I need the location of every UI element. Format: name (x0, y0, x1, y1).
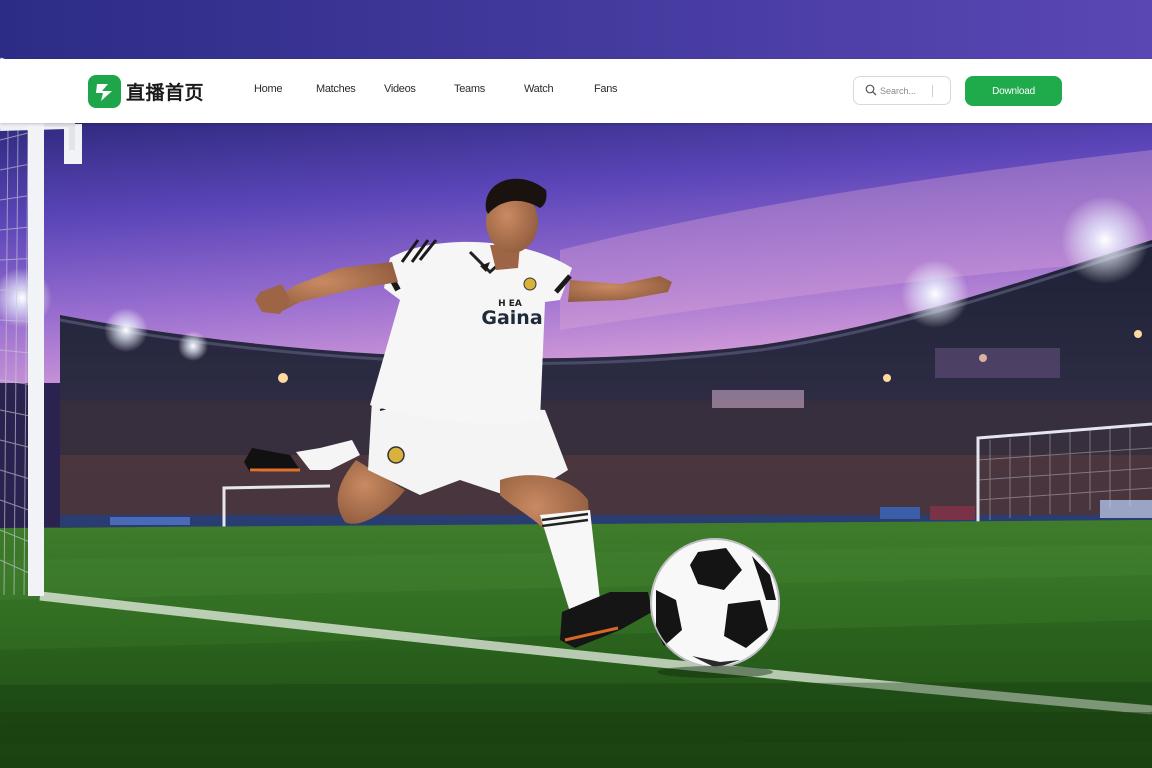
nav-item-home[interactable]: Home (254, 83, 282, 95)
nav-item-watch[interactable]: Watch (524, 83, 554, 95)
play-arrow-icon (88, 74, 121, 108)
search-input[interactable] (880, 82, 928, 99)
download-button[interactable]: Download (965, 76, 1062, 106)
nav-item-matches[interactable]: Matches (316, 83, 356, 95)
jersey-text: Gaina (481, 307, 542, 329)
logo[interactable]: 直播首页 (88, 74, 204, 108)
nav-item-teams[interactable]: Teams (454, 83, 485, 95)
logo-text: 直播首页 (126, 81, 205, 104)
site-header: 直播首页 Home Matches Videos Teams Watch Fan… (0, 59, 1152, 123)
search-box[interactable] (853, 76, 951, 105)
nav-item-videos[interactable]: Videos (384, 83, 416, 95)
search-divider (932, 85, 933, 97)
nav-item-fans[interactable]: Fans (594, 83, 618, 95)
page: H EA Gaina 直播首页 Home Matches Videos Team… (0, 0, 1152, 768)
search-icon (865, 84, 877, 96)
